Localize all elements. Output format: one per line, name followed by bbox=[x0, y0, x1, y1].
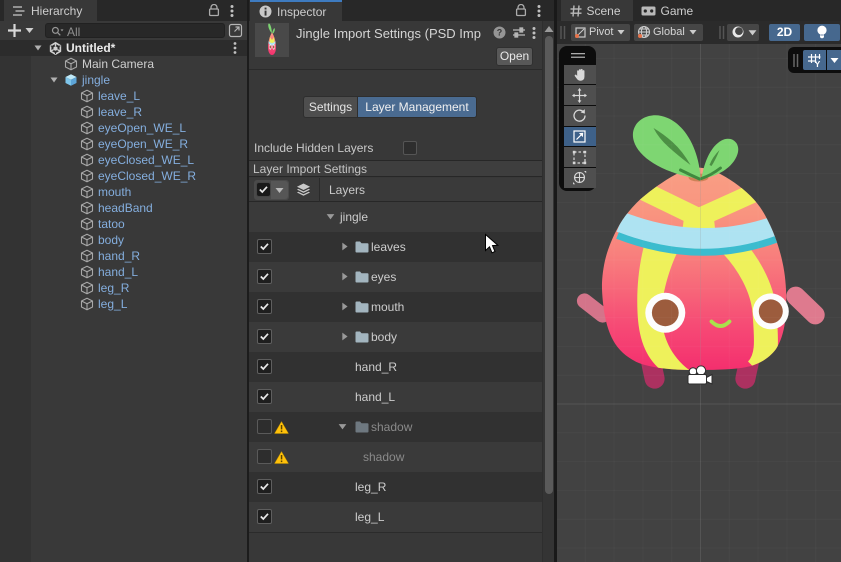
svg-text:?: ? bbox=[497, 28, 503, 38]
svg-text:Y: Y bbox=[815, 59, 821, 68]
